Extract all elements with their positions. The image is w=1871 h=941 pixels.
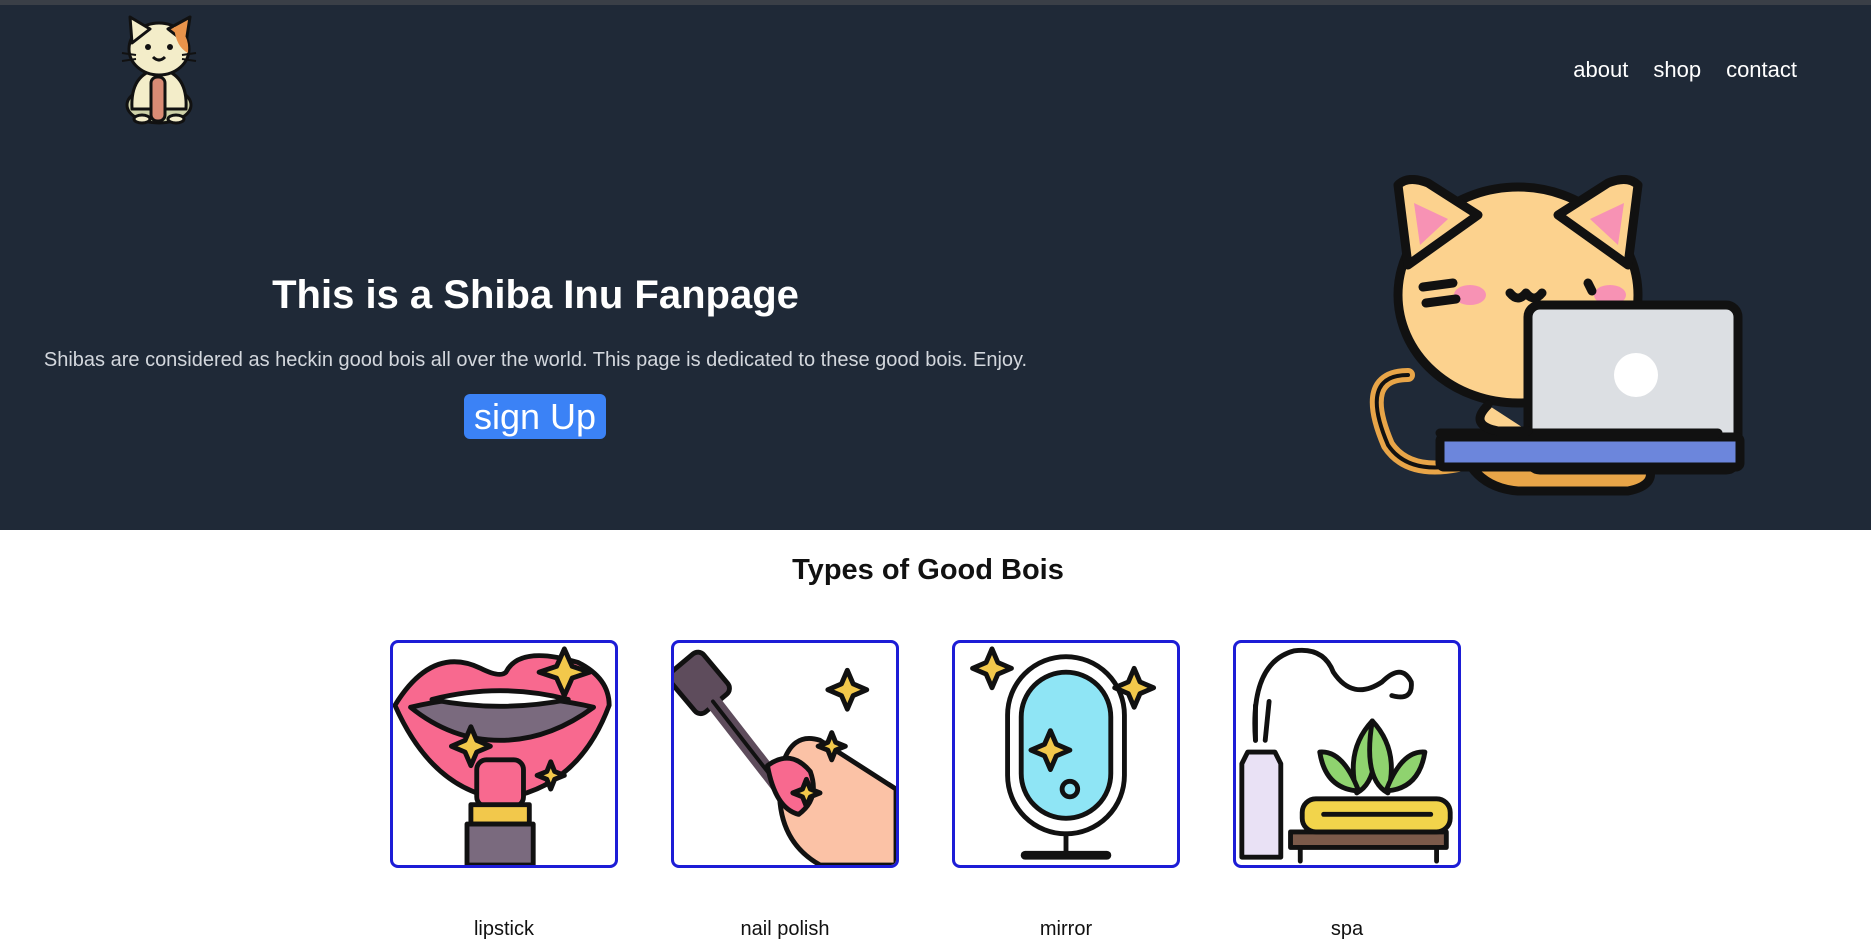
sign-up-button[interactable]: sign Up [464,394,606,439]
nail-polish-icon [674,649,896,865]
nav-link-about[interactable]: about [1573,57,1628,83]
section-title: Types of Good Bois [792,554,1064,586]
lipstick-icon [393,646,612,865]
card-caption-spa: spa [1330,918,1364,940]
card-mirror[interactable] [952,640,1180,868]
cat-laptop-illustration-icon [1369,175,1745,496]
main-nav: about shop contact [1573,57,1797,83]
spa-aroma-icon [1239,647,1453,864]
card-caption-lipstick: lipstick [473,918,534,940]
mirror-icon [970,646,1157,860]
nav-link-shop[interactable]: shop [1653,57,1701,83]
card-spa[interactable] [1233,640,1461,868]
card-nail-polish[interactable] [671,640,899,868]
hero-subtitle: Shibas are considered as heckin good boi… [43,349,1028,371]
card-caption-nail-polish: nail polish [740,918,830,940]
nav-link-contact[interactable]: contact [1726,57,1797,83]
hero-title: This is a Shiba Inu Fanpage [272,273,799,317]
hero-section: about shop contact This is a Shiba Inu F… [0,5,1871,530]
card-caption-mirror: mirror [1039,918,1093,940]
card-lipstick[interactable] [390,640,618,868]
logo-cat-icon[interactable] [118,13,200,125]
